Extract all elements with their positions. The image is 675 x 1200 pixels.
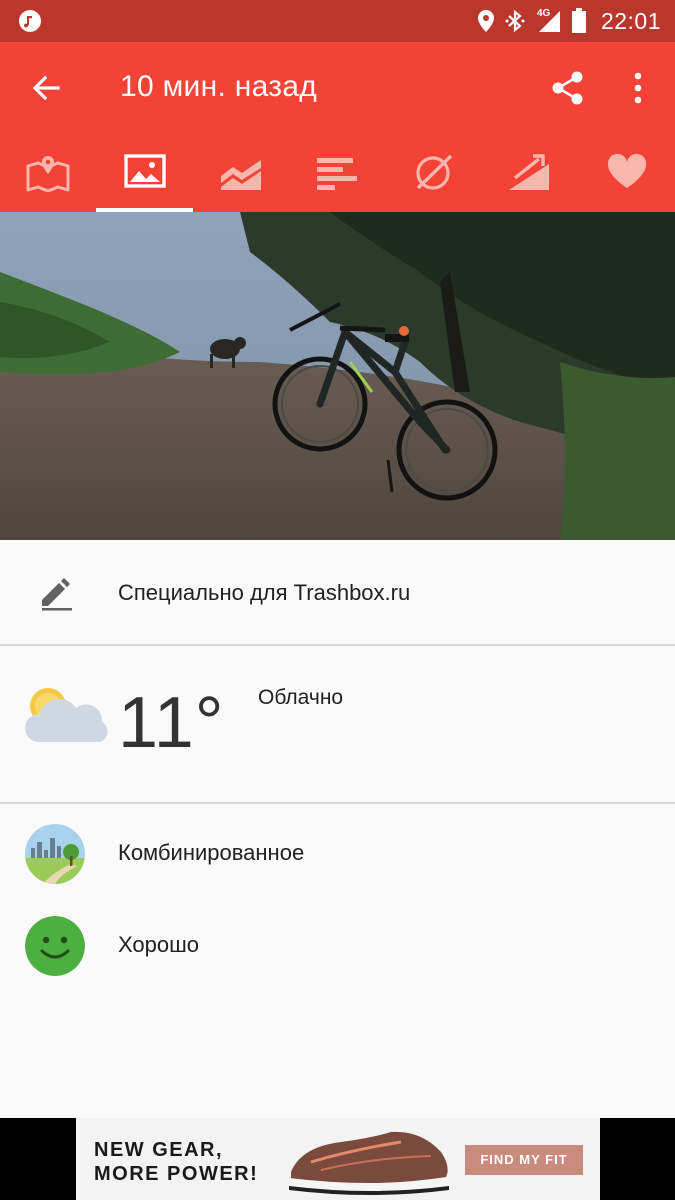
more-vert-icon[interactable] [624,70,652,106]
tab-route[interactable] [386,136,482,212]
note-text: Специально для Trashbox.ru [118,580,411,605]
bar-chart-icon [317,158,358,190]
ad-headline: NEW GEAR, MORE POWER! [94,1138,258,1186]
share-icon[interactable] [550,70,586,106]
map-icon [26,156,70,192]
ad-banner[interactable]: NEW GEAR, MORE POWER! FIND MY FIT [76,1118,600,1200]
clock: 22:01 [600,7,661,34]
sport-type-row[interactable]: Комбинированное [0,812,675,892]
tab-heart[interactable] [579,136,675,212]
note-row[interactable]: Специально для Trashbox.ru [0,540,675,646]
mood-row[interactable]: Хорошо [0,904,675,984]
smiley-icon [25,916,85,976]
battery-icon [571,8,586,33]
mood-label: Хорошо [118,932,200,957]
weather-row[interactable]: 11° Облачно [0,648,675,804]
activity-photo[interactable] [0,212,675,540]
ad-headline-line2: MORE POWER! [94,1163,259,1185]
shoe-image [289,1131,449,1195]
signal-icon: 4G [535,8,561,33]
sport-type-label: Комбинированное [118,840,305,865]
heart-icon [607,153,646,188]
tab-map[interactable] [0,136,96,212]
app-bar: 10 мин. назад [0,42,675,136]
chart-area-icon [221,160,262,190]
route-icon [416,154,453,190]
ad-headline-line1: NEW GEAR, [94,1139,224,1161]
partly-cloudy-icon [24,688,108,742]
temperature: 11° [118,683,225,763]
ad-cta-button[interactable]: FIND MY FIT [465,1145,583,1175]
landscape-icon [25,824,85,884]
tab-bar [0,136,675,212]
page-title: 10 мин. назад [120,70,318,103]
status-bar: 4G 22:01 [0,0,675,42]
tab-photo[interactable] [96,136,194,212]
elevation-icon [509,154,550,190]
edit-icon [42,578,72,611]
music-note-icon [19,10,41,32]
ad-banner-container: NEW GEAR, MORE POWER! FIND MY FIT [0,1118,675,1200]
location-icon [477,10,494,32]
bluetooth-icon [505,9,525,33]
photo-icon [123,154,166,188]
tab-stats[interactable] [289,136,385,212]
tab-elevation[interactable] [482,136,578,212]
back-arrow-icon[interactable] [30,72,62,104]
tab-chart[interactable] [193,136,289,212]
weather-condition: Облачно [258,686,344,709]
